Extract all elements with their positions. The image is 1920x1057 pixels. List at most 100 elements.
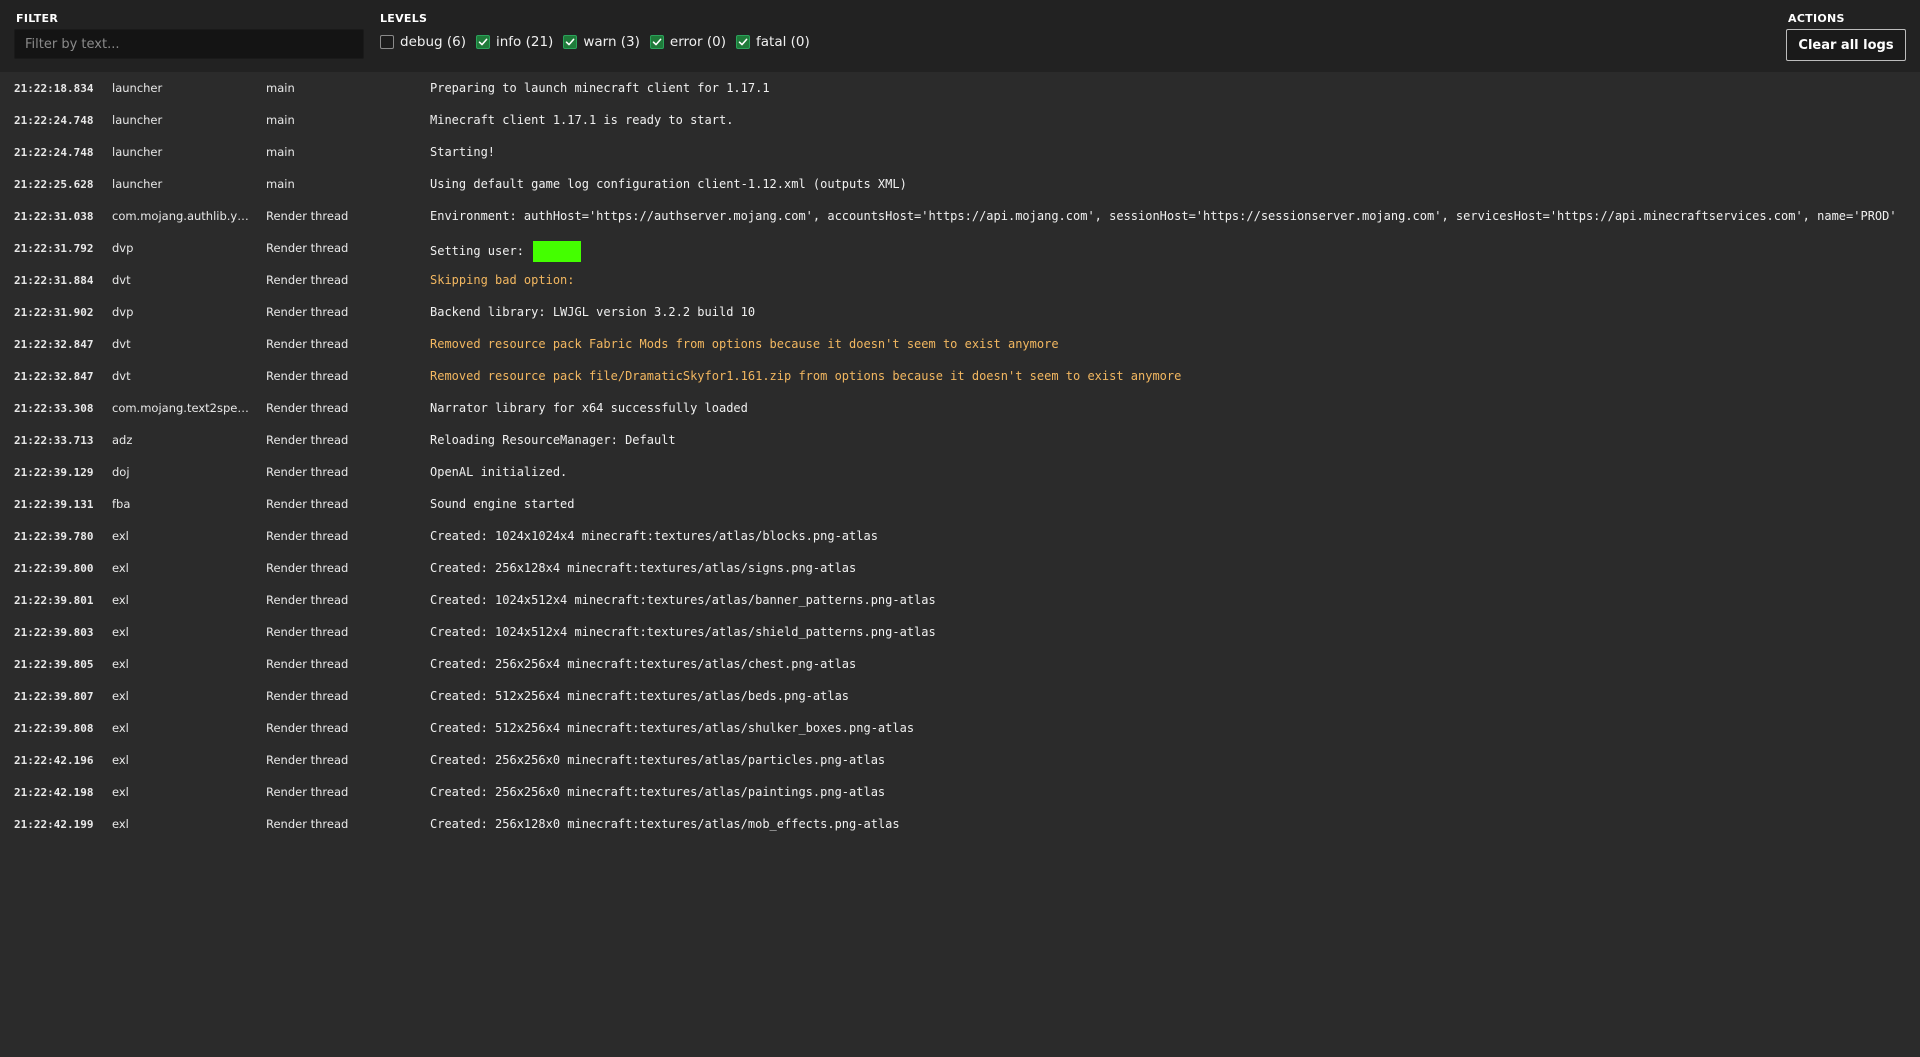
- log-thread: Render thread: [266, 497, 349, 511]
- log-source: com.mojang.authlib.y…: [112, 209, 249, 223]
- log-timestamp: 21:22:33.308: [14, 402, 94, 415]
- log-thread: Render thread: [266, 401, 349, 415]
- log-timestamp: 21:22:39.807: [14, 690, 94, 703]
- log-message: Starting!: [430, 145, 496, 159]
- log-thread: Render thread: [266, 561, 349, 575]
- log-timestamp: 21:22:39.129: [14, 466, 94, 479]
- log-source: exl: [112, 561, 129, 575]
- log-row[interactable]: 21:22:39.780 exl Render thread Created: 102…: [0, 520, 1920, 552]
- log-thread: Render thread: [266, 529, 349, 543]
- log-row[interactable]: 21:22:39.131 fba Render thread Sound engine…: [0, 488, 1920, 520]
- log-timestamp: 21:22:32.847: [14, 370, 94, 383]
- clear-all-logs-button[interactable]: Clear all logs: [1786, 29, 1906, 61]
- log-source: exl: [112, 529, 129, 543]
- log-message: OpenAL initialized.: [430, 465, 568, 479]
- log-timestamp: 21:22:39.803: [14, 626, 94, 639]
- log-row[interactable]: 21:22:32.847 dvt Render thread Removed reso…: [0, 360, 1920, 392]
- level-checkbox[interactable]: [475, 35, 490, 49]
- log-thread: main: [266, 145, 295, 159]
- log-source: launcher: [112, 145, 163, 159]
- log-source: dvt: [112, 337, 131, 351]
- level-label: warn (3): [583, 34, 640, 50]
- level-checkbox[interactable]: [563, 35, 578, 49]
- log-row[interactable]: 21:22:42.198 exl Render thread Created: 256…: [0, 776, 1920, 808]
- log-message: Backend library: LWJGL version 3.2.2 bui…: [430, 305, 756, 319]
- log-timestamp: 21:22:39.780: [14, 530, 94, 543]
- log-row[interactable]: 21:22:42.199 exl Render thread Created: 256…: [0, 808, 1920, 840]
- log-message: Sound engine started: [430, 497, 575, 511]
- log-message: Created: 256x256x0 minecraft:textures/at…: [430, 753, 886, 767]
- log-thread: Render thread: [266, 241, 349, 255]
- level-filter-error[interactable]: error (0): [649, 34, 726, 50]
- log-row[interactable]: 21:22:25.628 launcher main Using default ga…: [0, 168, 1920, 200]
- log-thread: Render thread: [266, 657, 349, 671]
- log-source: launcher: [112, 177, 163, 191]
- log-row[interactable]: 21:22:31.792 dvp Render thread Setting user…: [0, 232, 1920, 264]
- log-timestamp: 21:22:24.748: [14, 114, 94, 127]
- log-row[interactable]: 21:22:31.902 dvp Render thread Backend libr…: [0, 296, 1920, 328]
- log-row[interactable]: 21:22:39.807 exl Render thread Created: 512…: [0, 680, 1920, 712]
- log-thread: Render thread: [266, 369, 349, 383]
- log-source: exl: [112, 817, 129, 831]
- level-filter-warn[interactable]: warn (3): [563, 34, 640, 50]
- log-row[interactable]: 21:22:33.713 adz Render thread Reloading Re…: [0, 424, 1920, 456]
- log-source: dvp: [112, 305, 134, 319]
- log-row[interactable]: 21:22:24.748 launcher main Minecraft client…: [0, 104, 1920, 136]
- log-source: exl: [112, 721, 129, 735]
- log-message: Setting user:: [430, 241, 582, 262]
- log-source: exl: [112, 657, 129, 671]
- level-checkbox[interactable]: [736, 35, 751, 49]
- log-source: exl: [112, 785, 129, 799]
- checkmark-icon: [652, 38, 662, 46]
- filter-input[interactable]: [14, 29, 364, 59]
- level-label: debug (6): [400, 34, 466, 50]
- log-message: Minecraft client 1.17.1 is ready to star…: [430, 113, 734, 127]
- actions-section-label: ACTIONS: [1788, 12, 1845, 25]
- log-thread: Render thread: [266, 593, 349, 607]
- level-filter-fatal[interactable]: fatal (0): [736, 34, 810, 50]
- log-message: Using default game log configuration cli…: [430, 177, 907, 191]
- log-row[interactable]: 21:22:39.805 exl Render thread Created: 256…: [0, 648, 1920, 680]
- level-filter-info[interactable]: info (21): [475, 34, 554, 50]
- log-timestamp: 21:22:31.038: [14, 210, 94, 223]
- log-message: Removed resource pack Fabric Mods from o…: [430, 337, 1059, 351]
- log-timestamp: 21:22:25.628: [14, 178, 94, 191]
- log-timestamp: 21:22:32.847: [14, 338, 94, 351]
- log-message: Skipping bad option:: [430, 273, 575, 287]
- log-thread: Render thread: [266, 817, 349, 831]
- log-message: Created: 1024x1024x4 minecraft:textures/…: [430, 529, 878, 543]
- level-filter-debug[interactable]: debug (6): [380, 34, 466, 50]
- log-timestamp: 21:22:42.199: [14, 818, 94, 831]
- log-row[interactable]: 21:22:31.884 dvt Render thread Skipping bad…: [0, 264, 1920, 296]
- log-timestamp: 21:22:24.748: [14, 146, 94, 159]
- log-list[interactable]: 21:22:18.834 launcher main Preparing to lau…: [0, 72, 1920, 1057]
- log-row[interactable]: 21:22:24.748 launcher main Starting!: [0, 136, 1920, 168]
- log-source: dvt: [112, 273, 131, 287]
- level-label: info (21): [495, 34, 554, 50]
- log-source: exl: [112, 753, 129, 767]
- log-source: exl: [112, 625, 129, 639]
- log-row[interactable]: 21:22:39.800 exl Render thread Created: 256…: [0, 552, 1920, 584]
- redacted-username: [533, 241, 582, 262]
- log-message: Created: 1024x512x4 minecraft:textures/a…: [430, 593, 936, 607]
- log-message: Created: 256x128x4 minecraft:textures/at…: [430, 561, 857, 575]
- log-row[interactable]: 21:22:39.129 doj Render thread OpenAL initi…: [0, 456, 1920, 488]
- log-row[interactable]: 21:22:39.801 exl Render thread Created: 102…: [0, 584, 1920, 616]
- level-checkbox[interactable]: [380, 35, 394, 49]
- log-row[interactable]: 21:22:18.834 launcher main Preparing to lau…: [0, 72, 1920, 104]
- log-row[interactable]: 21:22:31.038 com.mojang.authlib.y… Render …: [0, 200, 1920, 232]
- log-thread: Render thread: [266, 305, 349, 319]
- log-row[interactable]: 21:22:32.847 dvt Render thread Removed reso…: [0, 328, 1920, 360]
- toolbar: FILTER LEVELS debug (6) info (21) warn (3)…: [0, 0, 1920, 72]
- log-row[interactable]: 21:22:42.196 exl Render thread Created: 256…: [0, 744, 1920, 776]
- log-message: Created: 512x256x4 minecraft:textures/at…: [430, 689, 850, 703]
- levels-section-label: LEVELS: [380, 12, 428, 25]
- checkmark-icon: [566, 38, 575, 46]
- log-source: fba: [112, 497, 131, 511]
- log-row[interactable]: 21:22:33.308 com.mojang.text2spee… Render …: [0, 392, 1920, 424]
- log-row[interactable]: 21:22:39.808 exl Render thread Created: 512…: [0, 712, 1920, 744]
- level-checkbox[interactable]: [649, 35, 664, 49]
- log-message: Reloading ResourceManager: Default: [430, 433, 676, 447]
- log-thread: Render thread: [266, 753, 349, 767]
- log-row[interactable]: 21:22:39.803 exl Render thread Created: 102…: [0, 616, 1920, 648]
